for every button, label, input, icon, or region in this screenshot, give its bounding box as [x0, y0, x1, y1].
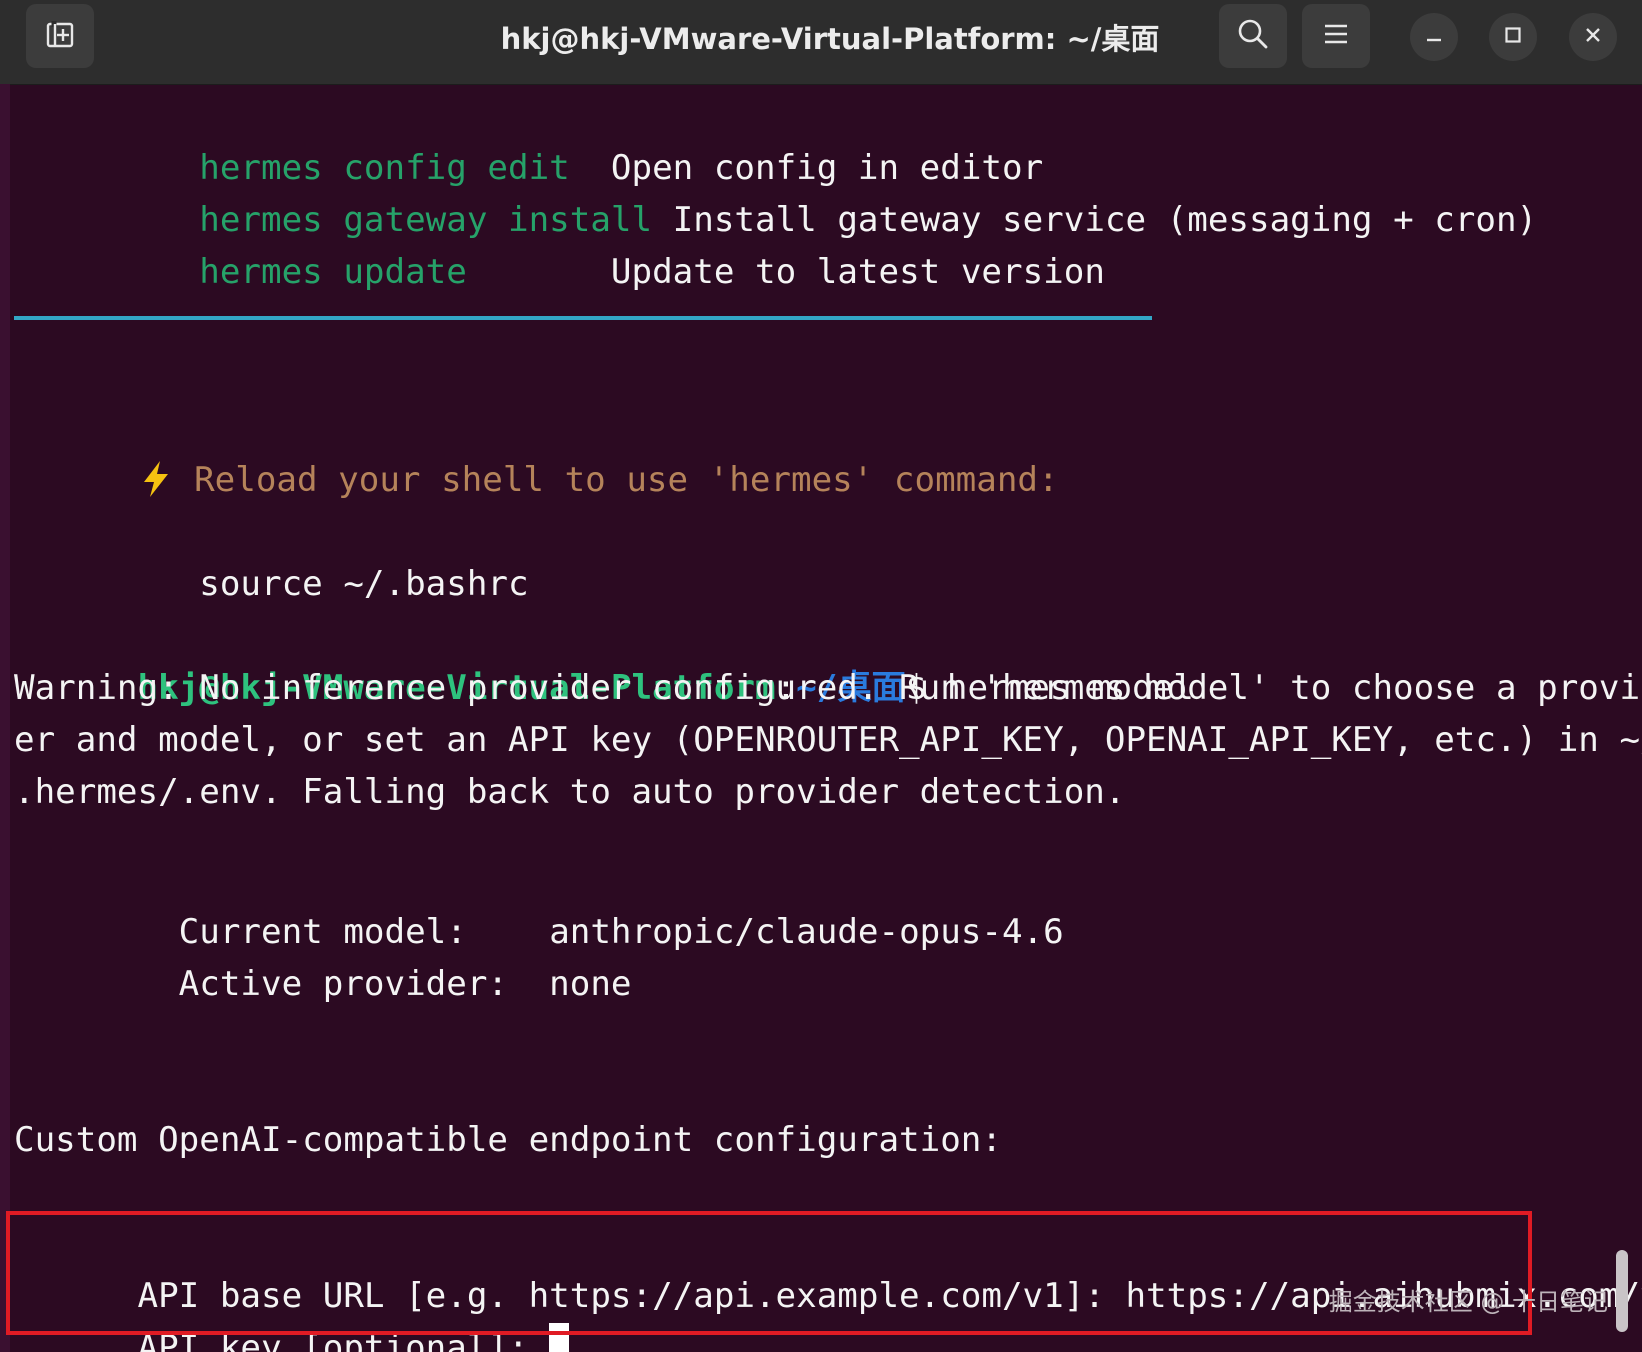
help-command-row: hermes config edit Open config in editor: [14, 90, 1043, 188]
search-icon: [1236, 17, 1270, 56]
search-button[interactable]: [1219, 4, 1287, 68]
new-tab-icon: [43, 17, 77, 56]
window-title: hkj@hkj-VMware-Virtual-Platform: ~/桌面: [500, 22, 1160, 56]
close-button[interactable]: [1569, 13, 1617, 61]
command-name: hermes update: [199, 252, 467, 292]
source-command: source ~/.bashrc: [199, 564, 529, 604]
maximize-icon: [1503, 25, 1523, 50]
reload-notice-text: Reload your shell to use 'hermes' comman…: [194, 460, 1059, 500]
new-tab-button[interactable]: [26, 4, 94, 68]
highlight-box: [6, 1211, 1532, 1335]
command-description: Update to latest version: [610, 252, 1105, 292]
custom-endpoint-heading: Custom OpenAI-compatible endpoint config…: [14, 1120, 1002, 1160]
help-command-row: hermes update Update to latest version: [14, 194, 1105, 292]
reload-notice: Reload your shell to use 'hermes' comman…: [14, 402, 1059, 500]
active-provider-value: none: [549, 964, 632, 1004]
active-provider-label: Active provider:: [178, 964, 508, 1004]
separator-rule: [14, 316, 1152, 320]
warning-line: .hermes/.env. Falling back to auto provi…: [14, 772, 1126, 812]
scrollbar[interactable]: [1616, 1250, 1628, 1332]
terminal-window: hkj@hkj-VMware-Virtual-Platform: ~/桌面 he…: [0, 0, 1642, 1352]
minimize-icon: [1424, 25, 1444, 50]
warning-line: er and model, or set an API key (OPENROU…: [14, 720, 1642, 760]
help-command-row: hermes gateway install Install gateway s…: [14, 142, 1537, 240]
menu-button[interactable]: [1302, 4, 1370, 68]
warning-line: Warning: No inference provider configure…: [14, 668, 1642, 708]
title-bar: hkj@hkj-VMware-Virtual-Platform: ~/桌面: [0, 0, 1642, 85]
terminal-output[interactable]: hermes config edit Open config in editor…: [14, 84, 1642, 1352]
current-model-row: Current model: anthropic/claude-opus-4.6: [14, 854, 1064, 952]
lightning-bolt-icon: [138, 460, 174, 500]
shell-prompt-line: hkj@hkj-VMware-Virtual-Platform:~/桌面$ he…: [14, 610, 1194, 708]
watermark: 掘金技术社区 @ 十日笔记: [1328, 1288, 1608, 1316]
minimize-button[interactable]: [1410, 13, 1458, 61]
hamburger-menu-icon: [1322, 22, 1350, 51]
active-provider-row: Active provider: none: [14, 906, 632, 1004]
close-icon: [1583, 25, 1603, 50]
maximize-button[interactable]: [1489, 13, 1537, 61]
window-edge: [0, 84, 10, 1352]
